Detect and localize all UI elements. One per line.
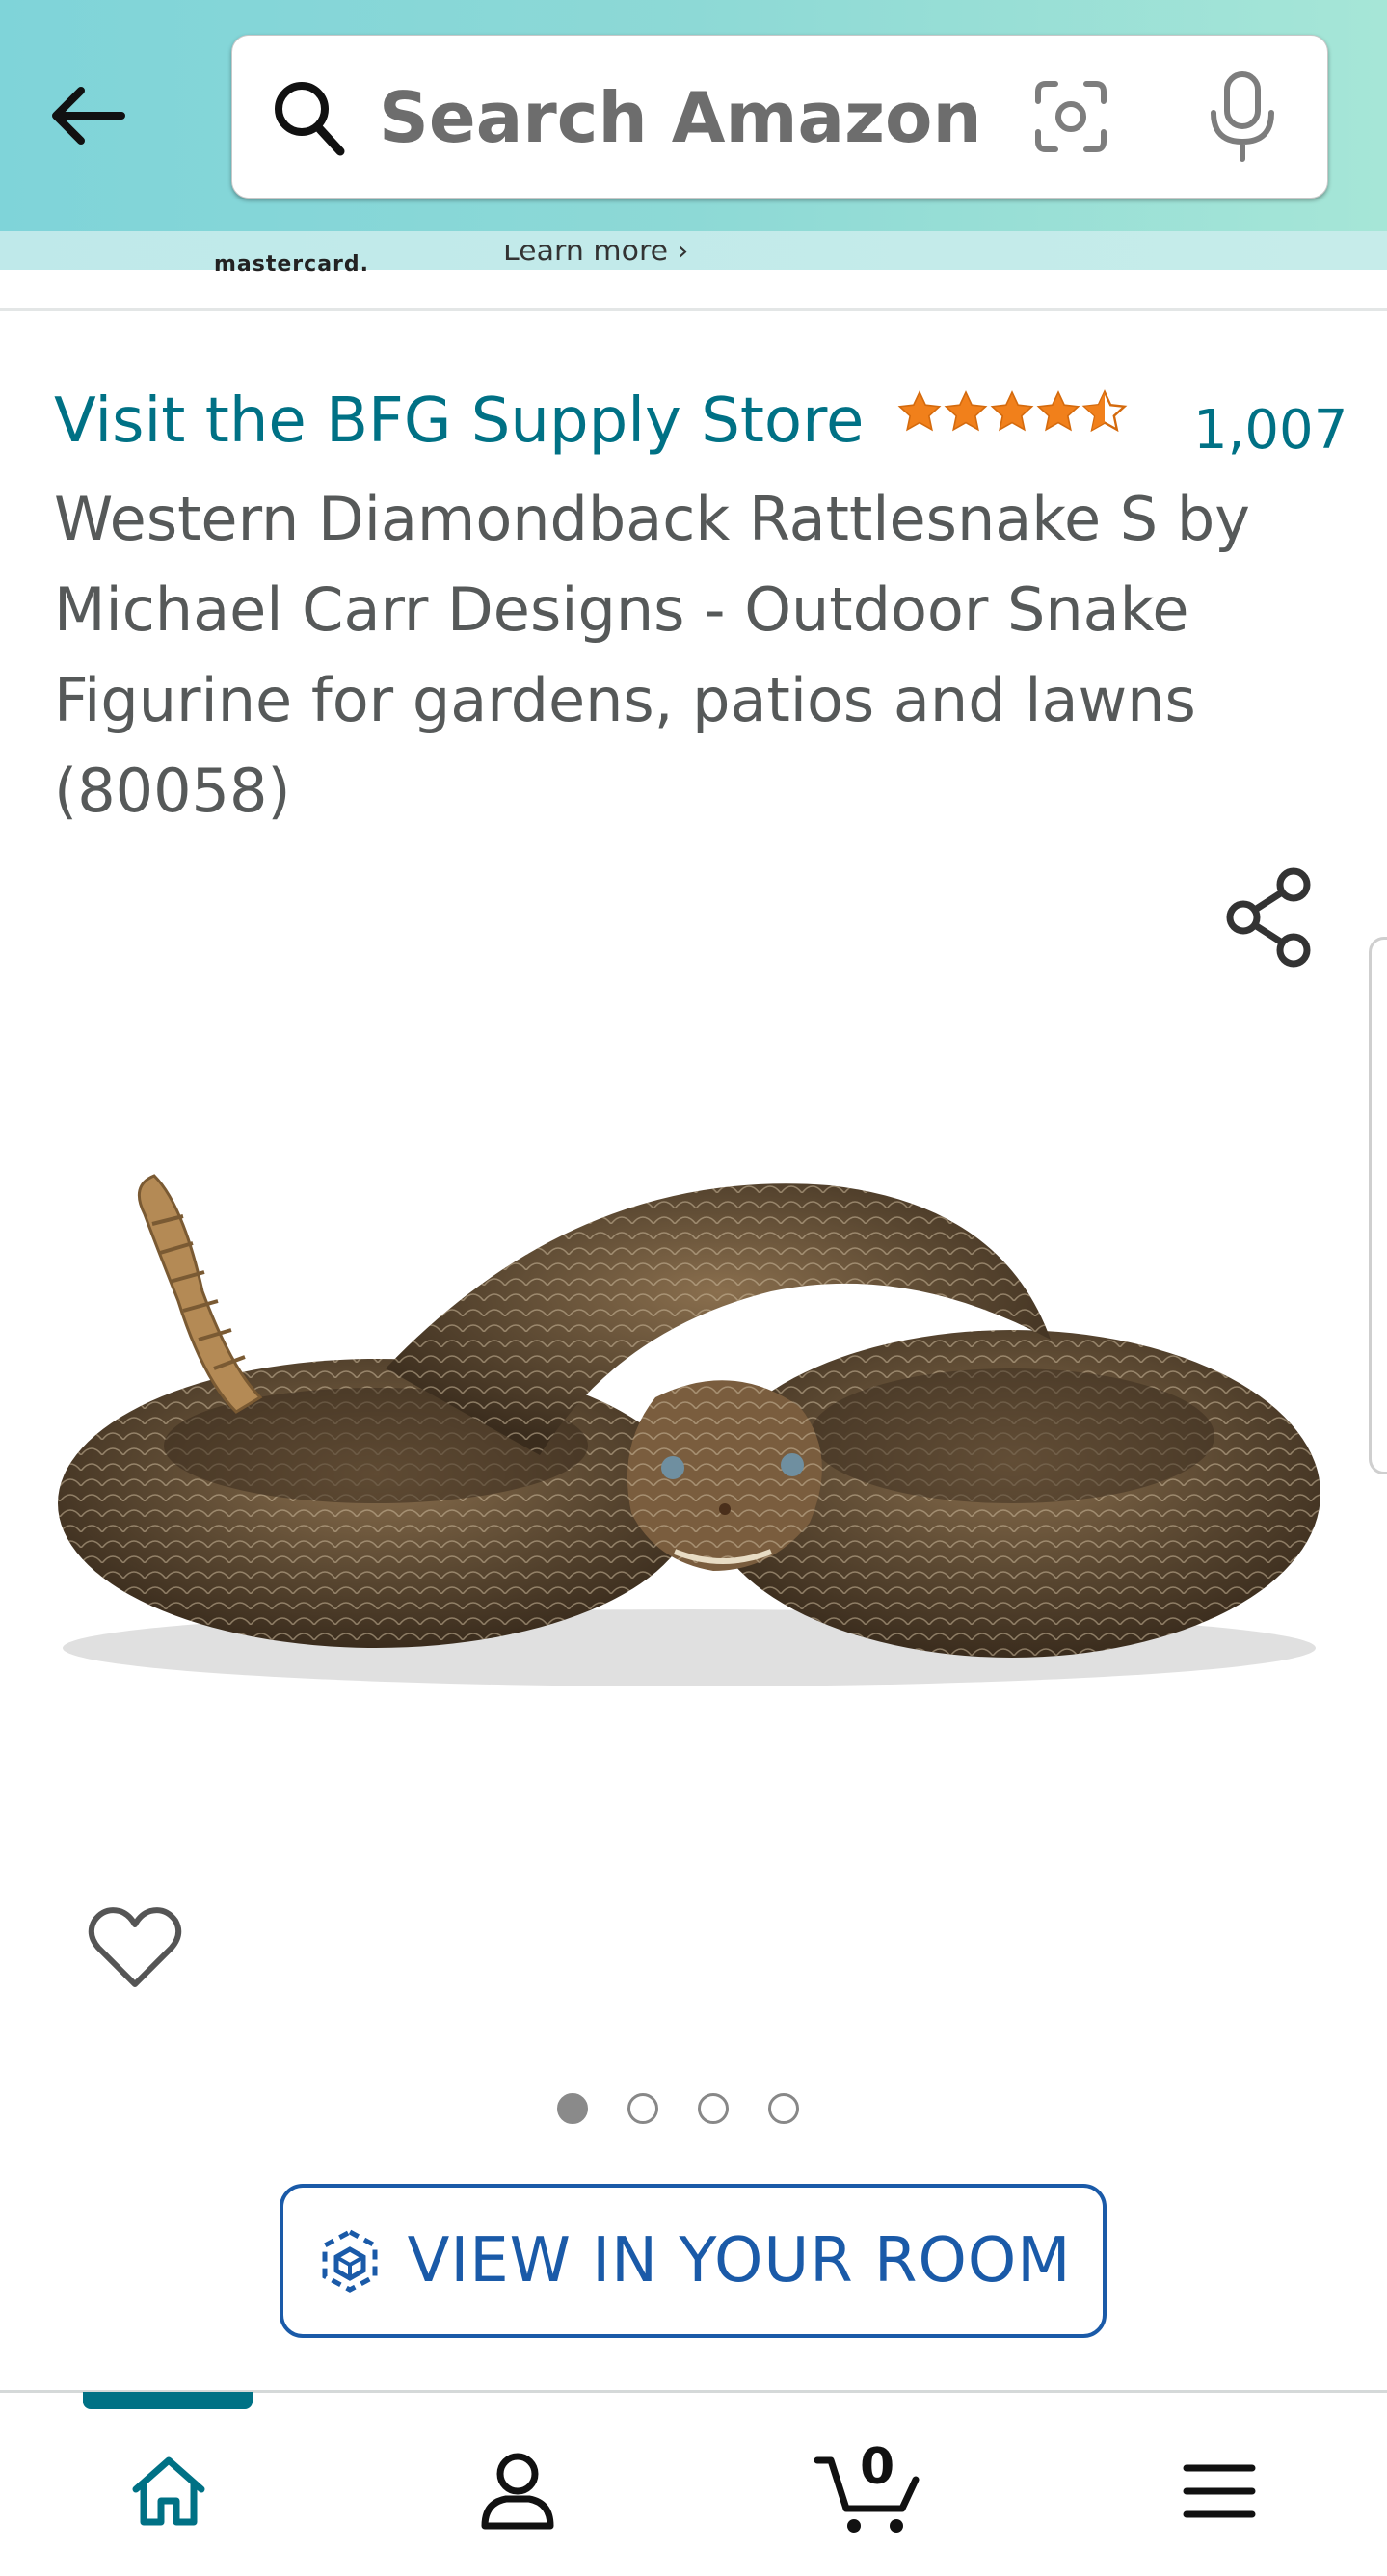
heart-icon[interactable]	[87, 1903, 183, 1992]
ar-cube-icon	[322, 2229, 378, 2293]
promo-banner-lower	[0, 270, 1387, 308]
star-full-icon	[897, 390, 942, 432]
hamburger-menu-icon	[1183, 2464, 1256, 2518]
star-half-icon	[1081, 389, 1128, 433]
rating-count[interactable]: 1,007	[1193, 399, 1347, 462]
search-icon[interactable]	[271, 76, 348, 157]
microphone-icon[interactable]	[1206, 70, 1279, 163]
promo-learn-more-link[interactable]: Learn more ›	[503, 245, 689, 264]
pagination-dot[interactable]	[627, 2093, 658, 2124]
pagination-dot[interactable]	[768, 2093, 799, 2124]
store-link[interactable]: Visit the BFG Supply Store	[54, 385, 864, 457]
promo-logo-text: mastercard.	[214, 252, 369, 277]
promo-banner	[0, 231, 1387, 270]
back-arrow-icon	[52, 87, 125, 145]
search-input[interactable]	[377, 66, 978, 169]
star-full-icon	[1036, 390, 1080, 432]
user-icon	[481, 2453, 554, 2530]
share-icon[interactable]	[1224, 867, 1317, 968]
star-rating[interactable]	[896, 389, 1128, 439]
home-icon	[132, 2456, 205, 2526]
side-panel-handle[interactable]	[1369, 937, 1387, 1474]
pagination-dot[interactable]	[698, 2093, 729, 2124]
product-title: Western Diamondback Rattlesnake S by Mic…	[54, 484, 1250, 826]
view-in-room-button[interactable]: VIEW IN YOUR ROOM	[280, 2184, 1107, 2338]
product-image[interactable]	[39, 1147, 1340, 1706]
nav-home[interactable]	[116, 2438, 222, 2544]
star-full-icon	[990, 390, 1034, 432]
back-button[interactable]	[39, 67, 135, 164]
camera-scan-icon[interactable]	[1032, 78, 1109, 155]
pagination-dot[interactable]	[557, 2093, 588, 2124]
nav-active-indicator	[83, 2392, 253, 2409]
section-divider	[0, 308, 1387, 311]
search-bar[interactable]	[231, 35, 1328, 199]
cart-count-badge: 0	[860, 2438, 895, 2496]
view-in-room-label: VIEW IN YOUR ROOM	[407, 2225, 1072, 2297]
nav-account[interactable]	[465, 2438, 571, 2544]
nav-menu[interactable]	[1166, 2438, 1272, 2544]
image-pagination	[557, 2089, 837, 2128]
star-full-icon	[944, 390, 988, 432]
